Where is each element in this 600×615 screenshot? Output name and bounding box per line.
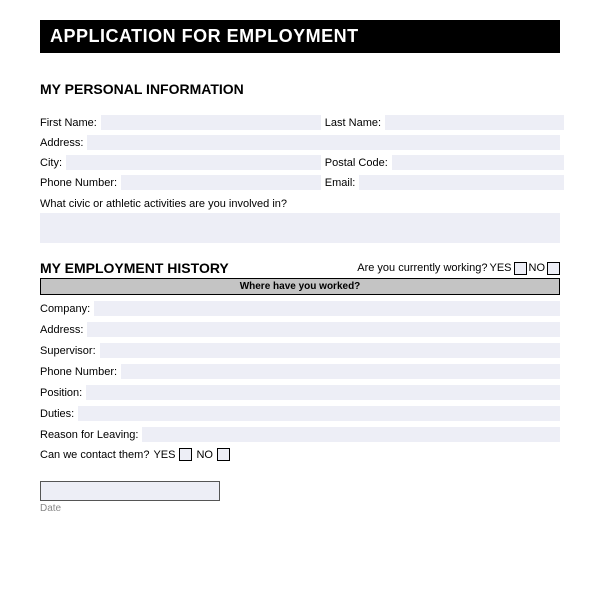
reason-input[interactable]	[142, 427, 560, 442]
date-input[interactable]	[40, 481, 220, 501]
postal-label: Postal Code:	[325, 157, 388, 169]
duties-label: Duties:	[40, 408, 74, 420]
company-label: Company:	[40, 303, 90, 315]
history-address-label: Address:	[40, 324, 83, 336]
currently-working-yes-checkbox[interactable]	[514, 262, 527, 275]
email-input[interactable]	[359, 175, 564, 190]
email-label: Email:	[325, 177, 356, 189]
activities-input[interactable]	[40, 213, 560, 243]
no-label: NO	[529, 262, 546, 274]
position-label: Position:	[40, 387, 82, 399]
duties-input[interactable]	[78, 406, 560, 421]
address-label: Address:	[40, 137, 83, 149]
position-input[interactable]	[86, 385, 560, 400]
yes-label: YES	[489, 262, 511, 274]
supervisor-label: Supervisor:	[40, 345, 96, 357]
address-row: Address:	[40, 135, 560, 150]
currently-working-no-checkbox[interactable]	[547, 262, 560, 275]
city-postal-row: City: Postal Code:	[40, 155, 560, 170]
city-input[interactable]	[66, 155, 321, 170]
page-title: APPLICATION FOR EMPLOYMENT	[40, 20, 560, 53]
supervisor-input[interactable]	[100, 343, 560, 358]
personal-section-title: MY PERSONAL INFORMATION	[40, 81, 560, 97]
phone-label: Phone Number:	[40, 177, 117, 189]
phone-email-row: Phone Number: Email:	[40, 175, 560, 190]
date-label: Date	[40, 503, 560, 514]
history-sub-header: Where have you worked?	[40, 278, 560, 295]
name-row: First Name: Last Name:	[40, 115, 560, 130]
contact-no-label: NO	[196, 449, 213, 461]
reason-label: Reason for Leaving:	[40, 429, 138, 441]
history-phone-input[interactable]	[121, 364, 560, 379]
currently-working-label: Are you currently working?	[357, 262, 487, 274]
address-input[interactable]	[87, 135, 560, 150]
history-section-title: MY EMPLOYMENT HISTORY	[40, 260, 229, 276]
company-input[interactable]	[94, 301, 560, 316]
history-phone-label: Phone Number:	[40, 366, 117, 378]
postal-input[interactable]	[392, 155, 564, 170]
first-name-label: First Name:	[40, 117, 97, 129]
history-address-input[interactable]	[87, 322, 560, 337]
contact-yes-checkbox[interactable]	[179, 448, 192, 461]
first-name-input[interactable]	[101, 115, 321, 130]
phone-input[interactable]	[121, 175, 321, 190]
city-label: City:	[40, 157, 62, 169]
activities-label: What civic or athletic activities are yo…	[40, 198, 287, 210]
last-name-label: Last Name:	[325, 117, 381, 129]
contact-no-checkbox[interactable]	[217, 448, 230, 461]
contact-label: Can we contact them?	[40, 449, 149, 461]
last-name-input[interactable]	[385, 115, 564, 130]
contact-yes-label: YES	[153, 449, 175, 461]
